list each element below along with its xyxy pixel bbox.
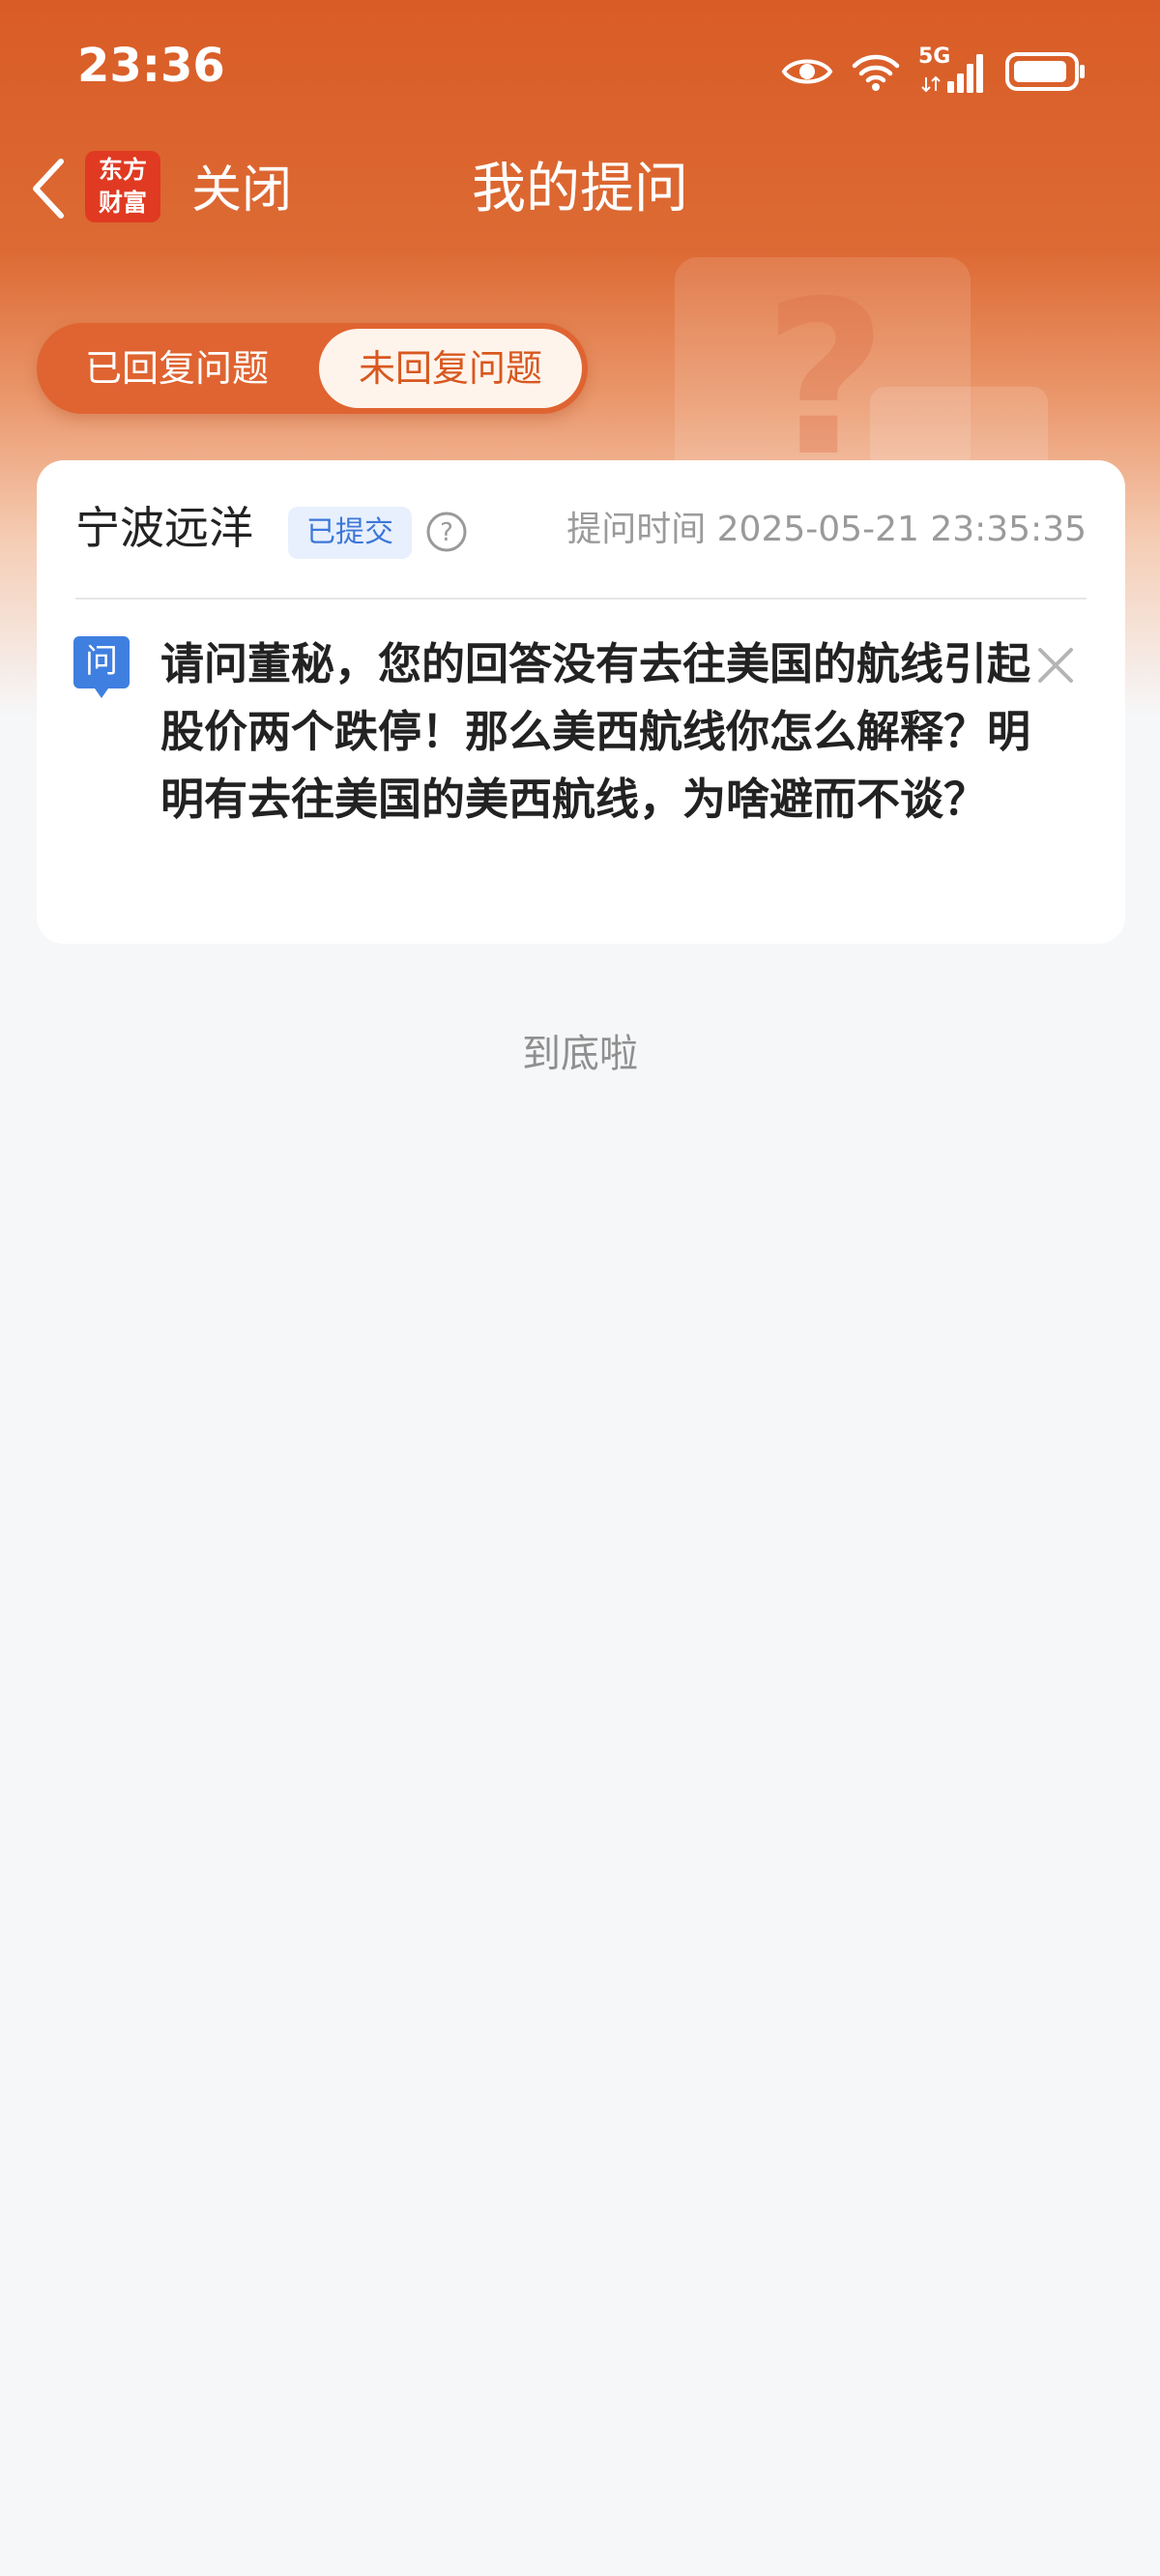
tab-unreplied[interactable]: 未回复问题 xyxy=(319,329,582,408)
close-icon[interactable] xyxy=(1034,644,1077,687)
divider xyxy=(75,598,1087,600)
page-title: 我的提问 xyxy=(472,158,688,220)
svg-text:?: ? xyxy=(440,518,453,547)
battery-icon xyxy=(1005,51,1087,92)
ask-time: 提问时间 2025-05-21 23:35:35 xyxy=(566,503,1087,557)
question-text: 请问董秘，您的回答没有去往美国的航线引起股价两个跌停！那么美西航线你怎么解释？明… xyxy=(160,638,1031,825)
tab-replied[interactable]: 已回复问题 xyxy=(37,323,317,414)
status-badge: 已提交 xyxy=(288,507,412,559)
question-tabs: 已回复问题 未回复问题 xyxy=(37,323,588,414)
status-icons: 5G xyxy=(781,44,1087,99)
wifi-icon xyxy=(851,50,901,93)
company-name: 宁波远洋 xyxy=(75,502,253,554)
ask-time-label: 提问时间 xyxy=(566,510,707,549)
question-marker-icon: 问 xyxy=(73,634,130,702)
decorative-question-mark: ? xyxy=(764,255,887,503)
question-marker-label: 问 xyxy=(85,642,118,681)
ask-time-value: 2025-05-21 23:35:35 xyxy=(716,510,1087,549)
signal-icon: 5G xyxy=(918,44,988,95)
question-circle-icon[interactable]: ? xyxy=(425,511,468,553)
eye-icon xyxy=(781,54,833,89)
list-end-text: 到底啦 xyxy=(522,1032,638,1076)
status-time: 23:36 xyxy=(77,39,225,93)
question-card[interactable]: 宁波远洋 已提交 ? 提问时间 2025-05-21 23:35:35 问 请问… xyxy=(37,460,1125,944)
